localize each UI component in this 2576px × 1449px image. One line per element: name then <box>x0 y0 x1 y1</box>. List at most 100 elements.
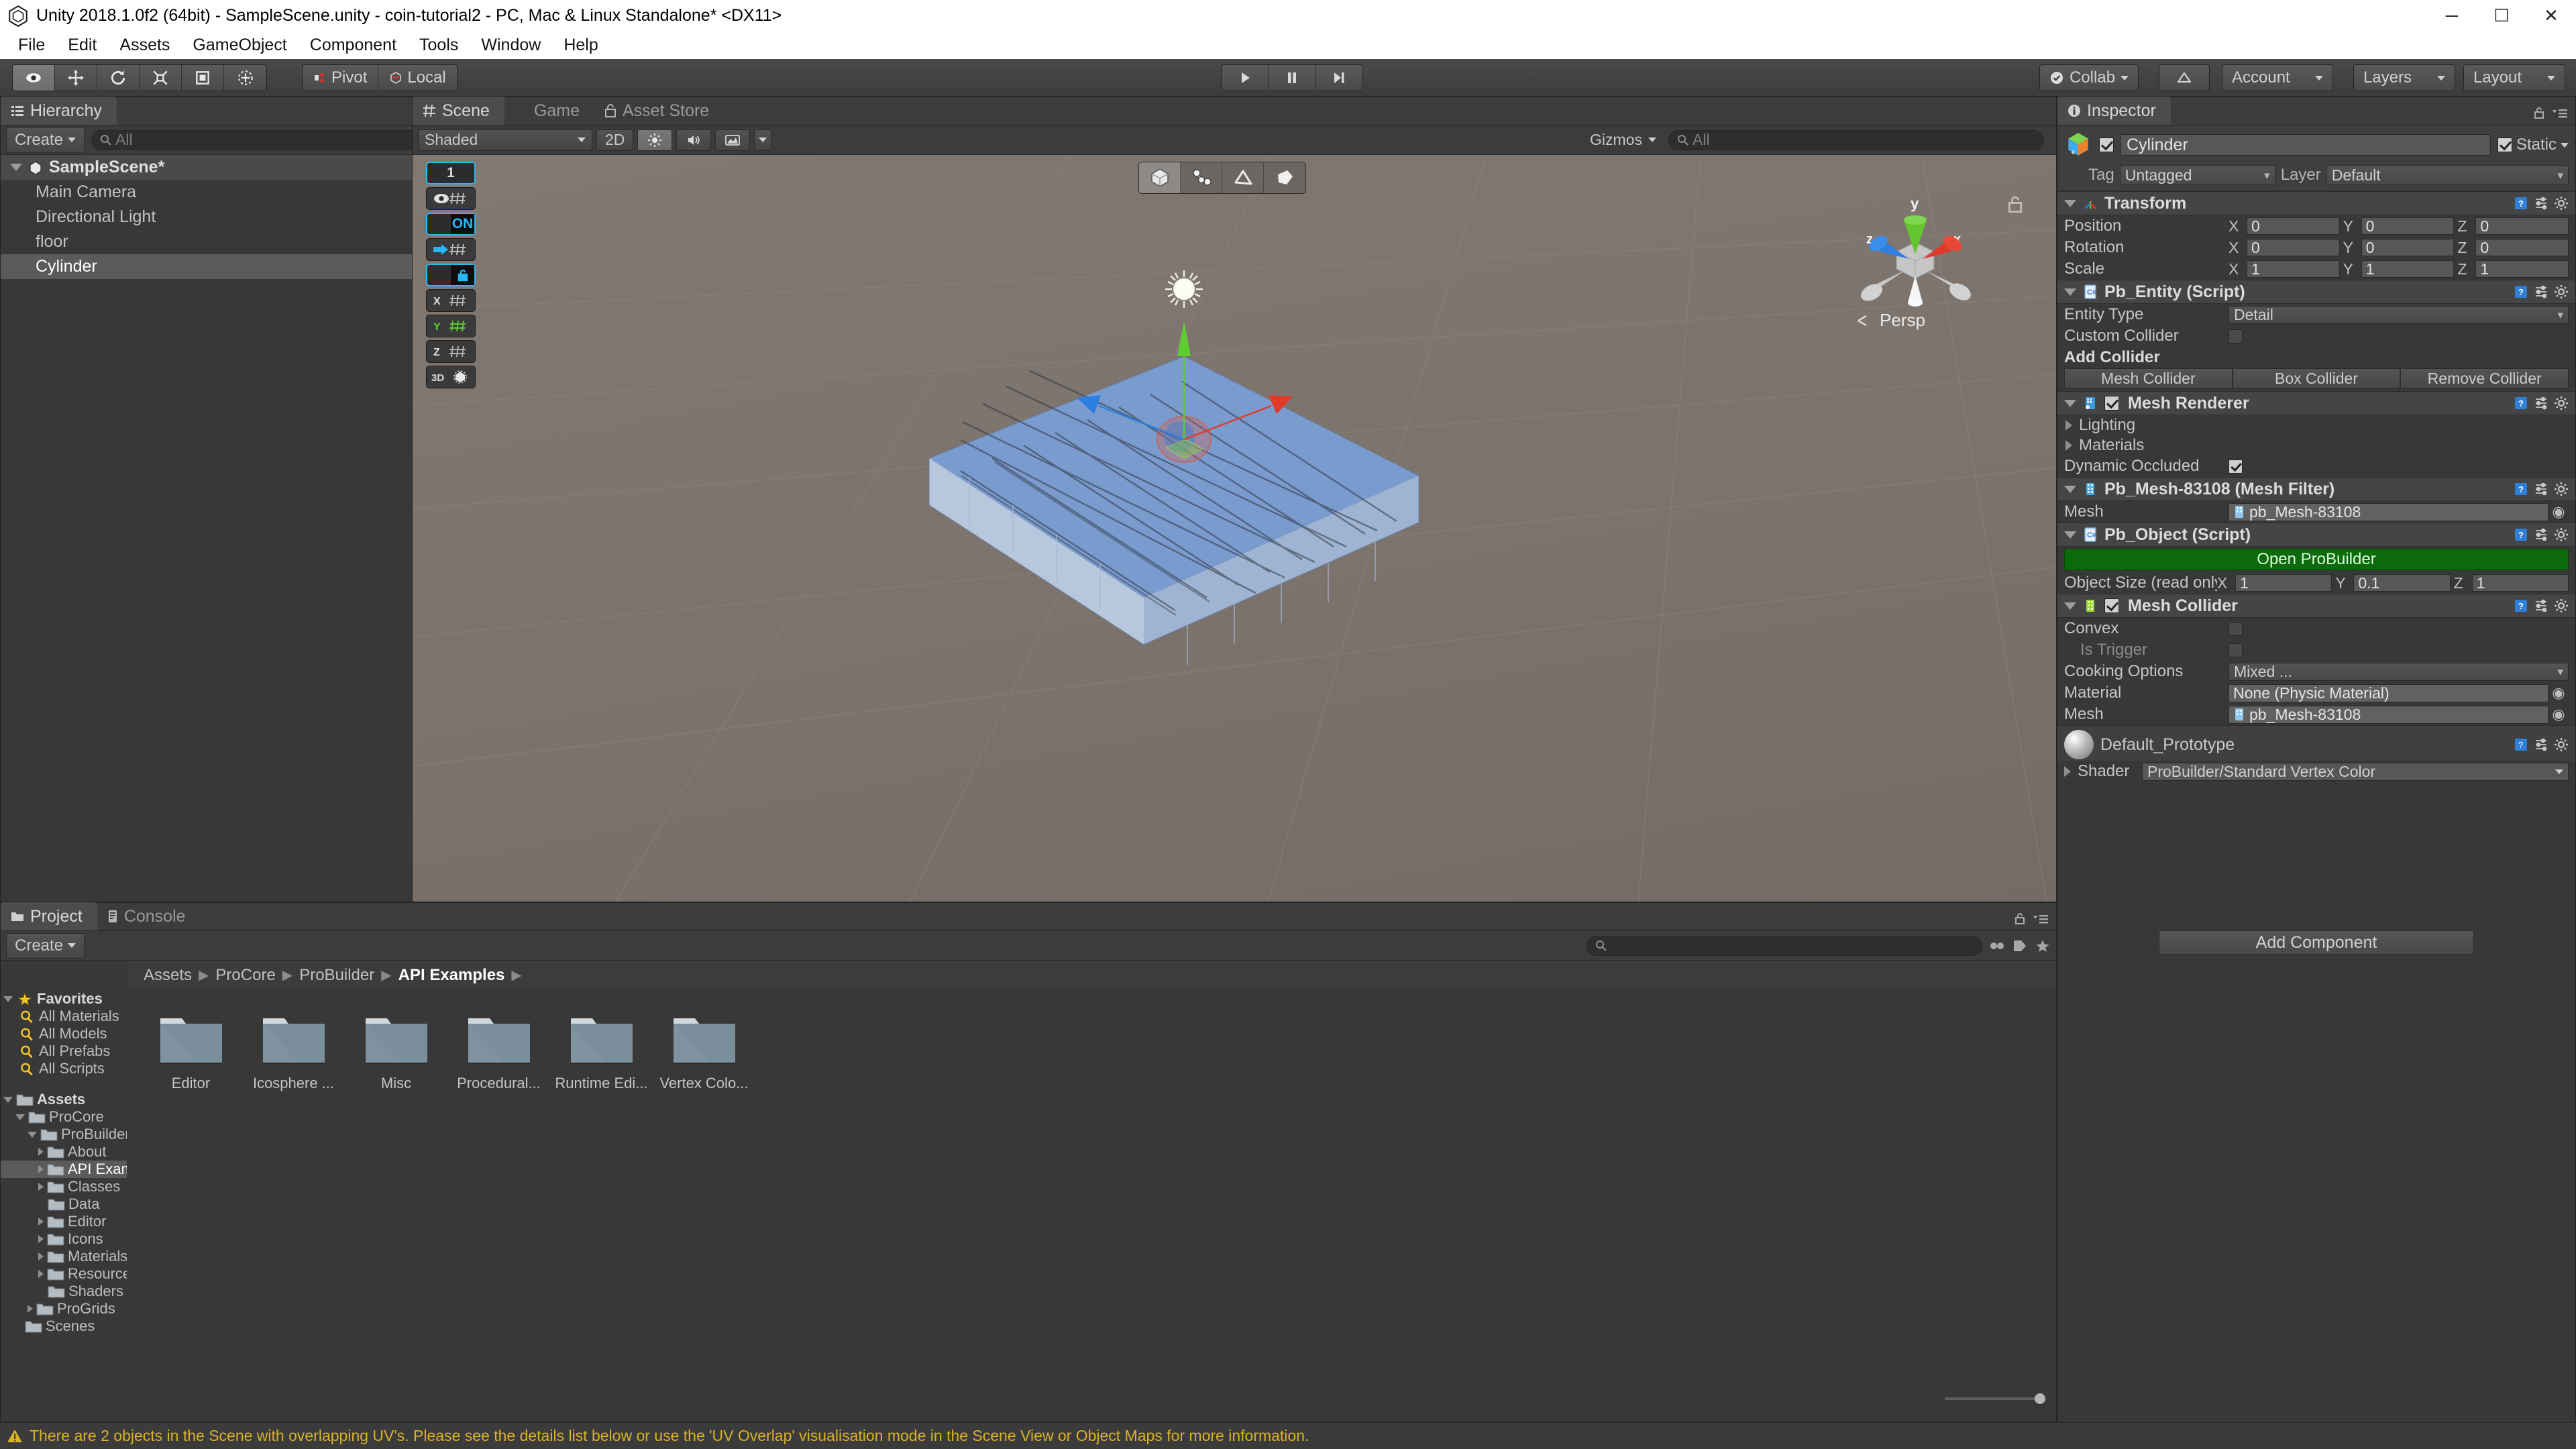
help-icon[interactable]: ? <box>2514 737 2528 752</box>
pivot-toggle[interactable]: Pivot <box>303 65 379 91</box>
hierarchy-search-input[interactable]: All <box>91 129 450 150</box>
tab-inspector[interactable]: Inspector <box>2057 97 2171 125</box>
preset-icon[interactable] <box>2534 396 2548 411</box>
scale-tool-button[interactable] <box>140 65 182 91</box>
dynamic-occluded-checkbox[interactable] <box>2229 459 2243 474</box>
help-icon[interactable]: ? <box>2514 482 2528 496</box>
tree-item-data[interactable]: Data <box>1 1195 127 1213</box>
filter-label-icon[interactable] <box>2012 938 2028 953</box>
open-probuilder-button[interactable]: Open ProBuilder <box>2064 549 2569 570</box>
component-header-mesh-collider[interactable]: Mesh Collider ? <box>2057 594 2575 618</box>
component-header-pb-entity[interactable]: C# Pb_Entity (Script) ? <box>2057 280 2575 304</box>
face-mode-button[interactable] <box>1264 162 1305 193</box>
step-button[interactable] <box>1316 65 1362 91</box>
favorites-row[interactable]: Favorites <box>1 990 127 1008</box>
scene-lock-icon[interactable] <box>2006 194 2024 214</box>
gear-icon[interactable] <box>2554 396 2569 411</box>
static-checkbox[interactable] <box>2497 138 2512 152</box>
static-toggle[interactable]: Static <box>2497 136 2569 154</box>
disclosure-triangle-icon[interactable] <box>38 1218 44 1226</box>
tab-console[interactable]: Console <box>97 902 201 930</box>
hierarchy-create-button[interactable]: Create <box>6 127 85 153</box>
project-asset-grid-container[interactable]: Editor Icosphere ... Misc Procedural... … <box>127 990 2056 1407</box>
mesh-renderer-enabled-checkbox[interactable] <box>2104 396 2119 411</box>
gameobject-enabled-checkbox[interactable] <box>2099 138 2114 152</box>
mesh-collider-enabled-checkbox[interactable] <box>2104 598 2119 613</box>
disclosure-triangle-icon[interactable] <box>38 1252 44 1260</box>
scale-y-input[interactable]: 1 <box>2361 260 2455 278</box>
close-button[interactable]: ✕ <box>2526 0 2576 31</box>
hierarchy-item-cylinder[interactable]: Cylinder <box>1 254 455 279</box>
breadcrumb-api-examples[interactable]: API Examples <box>398 966 505 985</box>
asset-item-procedural[interactable]: Procedural... <box>447 1009 550 1092</box>
favorite-all-prefabs[interactable]: All Prefabs <box>1 1042 127 1060</box>
preset-icon[interactable] <box>2534 482 2548 496</box>
hierarchy-scene-row[interactable]: SampleScene* <box>1 155 455 180</box>
mesh-collider-button[interactable]: Mesh Collider <box>2064 368 2233 388</box>
progrids-snap-toggle[interactable]: ON <box>426 213 476 235</box>
menu-assets[interactable]: Assets <box>108 34 181 57</box>
asset-zoom-slider[interactable] <box>1945 1393 2045 1404</box>
layout-button[interactable]: Layout <box>2463 64 2565 91</box>
progrids-lock-toggle[interactable] <box>426 264 476 286</box>
progrids-push-button[interactable] <box>426 238 476 261</box>
breadcrumb-procore[interactable]: ProCore <box>215 966 275 985</box>
collab-button[interactable]: Collab <box>2039 64 2139 91</box>
services-button[interactable] <box>2159 64 2210 91</box>
rotation-y-input[interactable]: 0 <box>2361 239 2455 256</box>
asset-item-misc[interactable]: Misc <box>345 1009 447 1092</box>
breadcrumb-probuilder[interactable]: ProBuilder <box>299 966 374 985</box>
progrids-axis-y[interactable]: Y <box>426 315 476 337</box>
progrids-axis-z[interactable]: Z <box>426 340 476 363</box>
disclosure-triangle-icon[interactable] <box>2065 440 2072 451</box>
hand-tool-button[interactable] <box>13 65 55 91</box>
disclosure-triangle-icon[interactable] <box>10 164 22 171</box>
move-tool-button[interactable] <box>55 65 97 91</box>
gear-icon[interactable] <box>2554 527 2569 542</box>
tree-item-icons[interactable]: Icons <box>1 1230 127 1248</box>
tree-item-api-examples[interactable]: API Examples <box>1 1161 127 1178</box>
scene-fx-dropdown[interactable] <box>754 129 772 151</box>
disclosure-triangle-icon[interactable] <box>3 1096 13 1103</box>
chevron-down-icon[interactable] <box>2561 142 2569 148</box>
gear-icon[interactable] <box>2554 482 2569 496</box>
play-button[interactable] <box>1222 65 1269 91</box>
disclosure-triangle-icon[interactable] <box>2064 288 2076 296</box>
transform-tool-button[interactable] <box>224 65 266 91</box>
material-header[interactable]: Default_Prototype ? <box>2057 725 2575 761</box>
asset-item-editor[interactable]: Editor <box>140 1009 242 1092</box>
tree-item-materials[interactable]: Materials <box>1 1248 127 1265</box>
collider-material-field[interactable]: None (Physic Material) <box>2229 684 2548 702</box>
disclosure-triangle-icon[interactable] <box>38 1148 44 1156</box>
draw-mode-dropdown[interactable]: Shaded <box>418 129 592 151</box>
scene-lighting-toggle[interactable] <box>637 129 673 151</box>
help-icon[interactable]: ? <box>2514 527 2528 542</box>
rect-tool-button[interactable] <box>182 65 224 91</box>
help-icon[interactable]: ? <box>2514 196 2528 211</box>
component-header-mesh-renderer[interactable]: Mesh Renderer ? <box>2057 391 2575 415</box>
asset-item-vertex-colors[interactable]: Vertex Colo... <box>653 1009 755 1092</box>
component-header-mesh-filter[interactable]: Pb_Mesh-83108 (Mesh Filter) ? <box>2057 477 2575 501</box>
add-component-button[interactable]: Add Component <box>2159 930 2474 955</box>
position-y-input[interactable]: 0 <box>2361 217 2455 235</box>
component-header-transform[interactable]: Transform ? <box>2057 191 2575 215</box>
tab-hierarchy[interactable]: Hierarchy <box>1 97 117 125</box>
object-picker-icon[interactable]: ◉ <box>2548 503 2569 521</box>
tab-asset-store[interactable]: Asset Store <box>594 97 724 125</box>
gear-icon[interactable] <box>2554 737 2569 752</box>
progrids-perspective-toggle[interactable]: 3D <box>426 366 476 388</box>
rotation-z-input[interactable]: 0 <box>2475 239 2569 256</box>
scene-view-gizmo[interactable]: y z x <box>1838 182 1992 336</box>
disclosure-triangle-icon[interactable] <box>38 1165 44 1173</box>
disclosure-triangle-icon[interactable] <box>15 1114 25 1120</box>
hierarchy-item-main-camera[interactable]: Main Camera <box>1 180 455 205</box>
gear-icon[interactable] <box>2554 284 2569 299</box>
preset-icon[interactable] <box>2534 284 2548 299</box>
component-header-pb-object[interactable]: C# Pb_Object (Script) ? <box>2057 523 2575 547</box>
convex-checkbox[interactable] <box>2229 621 2243 636</box>
object-mode-button[interactable] <box>1139 162 1181 193</box>
help-icon[interactable]: ? <box>2514 598 2528 613</box>
progrids-axis-x[interactable]: X <box>426 289 476 312</box>
pause-button[interactable] <box>1269 65 1316 91</box>
progrids-snap-value[interactable]: 1 <box>426 162 476 184</box>
